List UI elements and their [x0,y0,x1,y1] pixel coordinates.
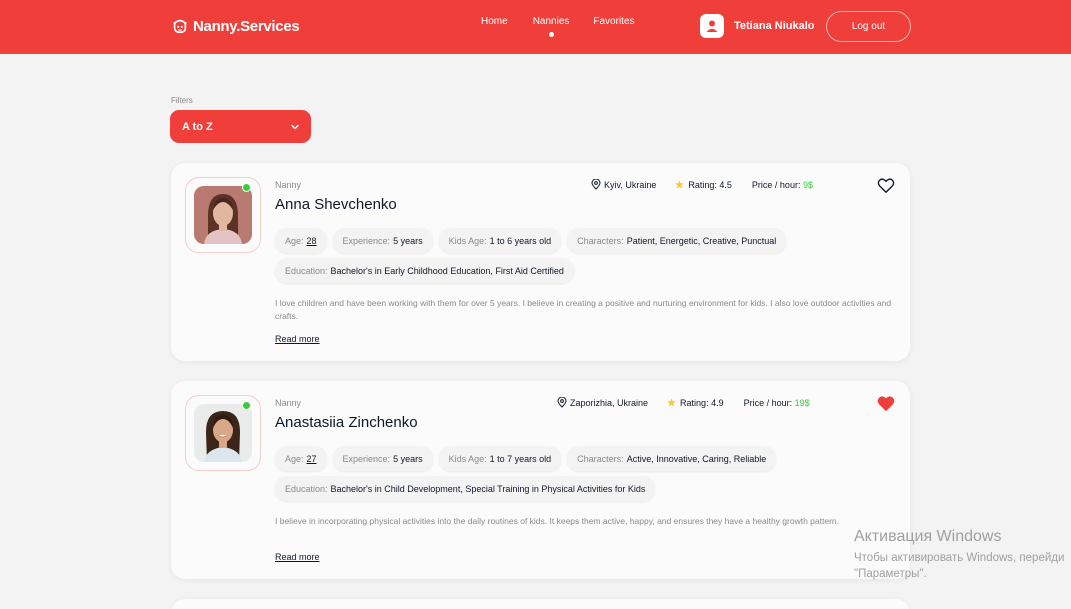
filters-label: Filters [171,96,193,105]
nanny-about: I love children and have been working wi… [275,298,892,321]
age-chip: Age: 28 [275,228,327,253]
characters-label: Characters: [577,453,624,464]
header: Nanny.Services Home Nannies Favorites Te… [0,0,1071,54]
nanny-education: Education: Bachelor's in Early Childhood … [275,258,574,283]
nanny-details: Age: 27 Experience: 5 years Kids Age: 1 to … [275,446,777,471]
characters-value: Patient, Energetic, Creative, Punctual [626,235,777,246]
nanny-photo-frame [185,177,261,253]
age-label: Age: [285,453,304,464]
education-label: Education: [285,265,328,276]
nav-nannies-label: Nannies [532,16,570,27]
nav-home[interactable]: Home [481,16,508,27]
rating-label: Rating: [680,397,709,408]
logo-text: Nanny.Services [193,17,300,35]
location-text: Zaporizhia, Ukraine [570,397,649,408]
star-icon [675,180,684,189]
experience-chip: Experience: 5 years [332,446,433,471]
education-value: Bachelor's in Child Development, Special… [330,483,646,494]
windows-activation-watermark: Активация Windows Чтобы активировать Win… [854,528,1064,582]
heart-filled-icon[interactable] [877,395,895,412]
nanny-photo [194,404,252,462]
education-chip: Education: Bachelor's in Early Childhood … [275,258,574,283]
experience-chip: Experience: 5 years [332,228,433,253]
nanny-name: Anna Shevchenko [275,196,397,213]
nanny-about: I believe in incorporating physical acti… [275,516,839,526]
star-icon [667,398,676,407]
rating-value: 4.9 [711,397,724,408]
education-chip: Education: Bachelor's in Child Developmen… [275,476,656,501]
age-label: Age: [285,235,304,246]
experience-label: Experience: [342,453,391,464]
watermark-title: Активация Windows [854,528,1002,545]
characters-value: Active, Innovative, Caring, Reliable [626,453,767,464]
kids-age-label: Kids Age: [448,235,487,246]
price-value: 19$ [794,397,810,408]
rating: Rating: 4.5 [675,180,732,190]
kids-age-label: Kids Age: [448,453,487,464]
sort-select-value: A to Z [182,120,213,133]
user-icon [706,20,718,32]
sort-select[interactable]: A to Z [170,110,311,143]
nanny-card: Nanny Anastasiia Zinchenko Zaporizhia, U… [171,381,910,579]
age-value: 28 [306,235,317,246]
rating-label: Rating: [688,179,717,190]
rating: Rating: 4.9 [667,398,724,408]
read-more-link[interactable]: Read more [275,334,320,344]
online-indicator [242,183,251,192]
logout-button[interactable]: Log out [826,11,911,42]
education-value: Bachelor's in Early Childhood Education,… [330,265,564,276]
kids-age-value: 1 to 7 years old [489,453,552,464]
experience-label: Experience: [342,235,391,246]
characters-chip: Characters: Patient, Energetic, Creative,… [567,228,787,253]
experience-value: 5 years [393,235,423,246]
age-value: 27 [306,453,317,464]
nanny-role: Nanny [275,180,302,190]
nanny-role: Nanny [275,398,302,408]
kids-age-chip: Kids Age: 1 to 7 years old [438,446,562,471]
price-value: 9$ [802,179,813,190]
location: Zaporizhia, Ukraine [557,397,648,408]
kids-age-value: 1 to 6 years old [489,235,552,246]
nav-favorites[interactable]: Favorites [593,16,634,27]
read-more-link[interactable]: Read more [275,552,320,562]
heart-icon[interactable] [877,177,895,194]
watermark-line: Чтобы активировать Windows, перейди [854,552,1065,564]
rating-value: 4.5 [719,179,732,190]
main-nav: Home Nannies Favorites [481,16,635,37]
watermark-line: "Параметры". [854,568,927,580]
experience-value: 5 years [393,453,423,464]
price: Price / hour: 19$ [744,398,810,408]
nanny-meta: Kyiv, Ukraine Rating: 4.5 Price / hour: … [591,179,813,190]
nanny-name: Anastasiia Zinchenko [275,414,418,431]
map-pin-icon [591,179,601,190]
characters-chip: Characters: Active, Innovative, Caring, R… [567,446,777,471]
nanny-details: Age: 28 Experience: 5 years Kids Age: 1 to … [275,228,787,253]
price-label: Price / hour: [743,397,793,408]
price-label: Price / hour: [751,179,801,190]
avatar [700,14,724,38]
characters-label: Characters: [577,235,624,246]
logo[interactable]: Nanny.Services [171,17,300,35]
kids-age-chip: Kids Age: 1 to 6 years old [438,228,562,253]
nanny-card: Nanny Anna Shevchenko Kyiv, Ukraine Rati… [171,163,910,361]
chevron-down-icon [291,124,299,129]
online-indicator [242,401,251,410]
location: Kyiv, Ukraine [591,179,656,190]
nanny-meta: Zaporizhia, Ukraine Rating: 4.9 Price / … [557,397,810,408]
map-pin-icon [557,397,567,408]
price: Price / hour: 9$ [752,180,813,190]
user-name: Tetiana Niukalo [734,20,815,32]
age-chip: Age: 27 [275,446,327,471]
nanny-education: Education: Bachelor's in Child Developmen… [275,476,656,501]
nav-nannies[interactable]: Nannies [532,16,570,37]
logo-icon [173,19,187,34]
active-nav-indicator [548,32,554,37]
user-profile: Tetiana Niukalo [700,14,814,38]
location-text: Kyiv, Ukraine [604,179,657,190]
nanny-photo [194,186,252,244]
education-label: Education: [285,483,328,494]
nanny-card [171,599,910,609]
nanny-photo-frame [185,395,261,471]
